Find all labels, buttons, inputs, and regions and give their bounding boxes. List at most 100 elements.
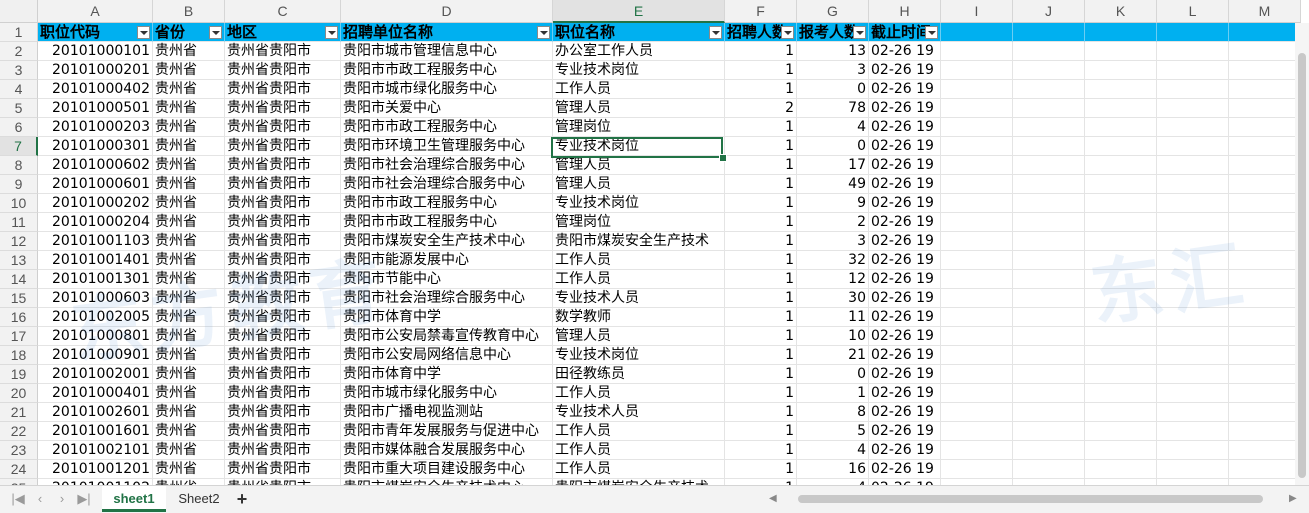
cell-e21[interactable]: 专业技术人员 <box>553 403 725 422</box>
fill-handle[interactable] <box>719 154 727 162</box>
cell-h8[interactable]: 02-26 19 <box>869 156 941 175</box>
cell-e4[interactable]: 工作人员 <box>553 80 725 99</box>
cell[interactable] <box>941 23 1013 42</box>
cell-a4[interactable]: 20101000402 <box>38 80 153 99</box>
cell-g13[interactable]: 32 <box>797 251 869 270</box>
cell[interactable] <box>1229 118 1301 137</box>
cell-d16[interactable]: 贵阳市体育中学 <box>341 308 553 327</box>
last-sheet-icon[interactable]: ▶| <box>76 491 92 507</box>
cell[interactable] <box>1229 403 1301 422</box>
row-header-3[interactable]: 3 <box>0 61 38 80</box>
cell-c9[interactable]: 贵州省贵阳市 <box>225 175 341 194</box>
cell-b16[interactable]: 贵州省 <box>153 308 225 327</box>
cell-g22[interactable]: 5 <box>797 422 869 441</box>
cell[interactable] <box>1157 251 1229 270</box>
cell-c3[interactable]: 贵州省贵阳市 <box>225 61 341 80</box>
cell-c8[interactable]: 贵州省贵阳市 <box>225 156 341 175</box>
cell[interactable] <box>1013 23 1085 42</box>
cell[interactable] <box>1157 460 1229 479</box>
cell[interactable] <box>1157 232 1229 251</box>
filter-dropdown-icon[interactable] <box>209 26 222 39</box>
cell-d18[interactable]: 贵阳市公安局网络信息中心 <box>341 346 553 365</box>
cell-f22[interactable]: 1 <box>725 422 797 441</box>
cell-d19[interactable]: 贵阳市体育中学 <box>341 365 553 384</box>
cell-d21[interactable]: 贵阳市广播电视监测站 <box>341 403 553 422</box>
cell-e15[interactable]: 专业技术人员 <box>553 289 725 308</box>
cell-a15[interactable]: 20101000603 <box>38 289 153 308</box>
cell[interactable] <box>1229 327 1301 346</box>
cell-e22[interactable]: 工作人员 <box>553 422 725 441</box>
cell-b9[interactable]: 贵州省 <box>153 175 225 194</box>
cell-f12[interactable]: 1 <box>725 232 797 251</box>
cell-b13[interactable]: 贵州省 <box>153 251 225 270</box>
cell-c12[interactable]: 贵州省贵阳市 <box>225 232 341 251</box>
cell[interactable] <box>1085 194 1157 213</box>
cell[interactable] <box>1085 175 1157 194</box>
cell[interactable] <box>1157 422 1229 441</box>
cell[interactable] <box>1157 327 1229 346</box>
row-header-8[interactable]: 8 <box>0 156 38 175</box>
cell-b5[interactable]: 贵州省 <box>153 99 225 118</box>
vertical-scroll-thumb[interactable] <box>1298 53 1306 478</box>
cell-h15[interactable]: 02-26 19 <box>869 289 941 308</box>
cell-f9[interactable]: 1 <box>725 175 797 194</box>
cell[interactable] <box>941 460 1013 479</box>
cell-d14[interactable]: 贵阳市节能中心 <box>341 270 553 289</box>
cell[interactable] <box>1013 403 1085 422</box>
cell[interactable] <box>1085 213 1157 232</box>
select-all-corner[interactable] <box>0 0 38 23</box>
cell-a13[interactable]: 20101001401 <box>38 251 153 270</box>
cell-f10[interactable]: 1 <box>725 194 797 213</box>
cell-f2[interactable]: 1 <box>725 42 797 61</box>
cell-b17[interactable]: 贵州省 <box>153 327 225 346</box>
cell[interactable] <box>1157 384 1229 403</box>
cell[interactable] <box>1013 327 1085 346</box>
cell[interactable] <box>1013 99 1085 118</box>
cell-f8[interactable]: 1 <box>725 156 797 175</box>
cell-e11[interactable]: 管理岗位 <box>553 213 725 232</box>
cell[interactable] <box>1013 213 1085 232</box>
cell-a23[interactable]: 20101002101 <box>38 441 153 460</box>
cell-e3[interactable]: 专业技术岗位 <box>553 61 725 80</box>
cell-a5[interactable]: 20101000501 <box>38 99 153 118</box>
cell[interactable] <box>1013 384 1085 403</box>
cell-f13[interactable]: 1 <box>725 251 797 270</box>
header-cell[interactable]: 招聘人数 <box>725 23 797 42</box>
cell[interactable] <box>1157 80 1229 99</box>
row-header-14[interactable]: 14 <box>0 270 38 289</box>
cell[interactable] <box>941 270 1013 289</box>
cell-h20[interactable]: 02-26 19 <box>869 384 941 403</box>
cell[interactable] <box>1085 61 1157 80</box>
cell[interactable] <box>1085 251 1157 270</box>
cell-h7[interactable]: 02-26 19 <box>869 137 941 156</box>
cell-g24[interactable]: 16 <box>797 460 869 479</box>
cell-d23[interactable]: 贵阳市媒体融合发展服务中心 <box>341 441 553 460</box>
cell[interactable] <box>1085 23 1157 42</box>
cell[interactable] <box>941 118 1013 137</box>
cell-c13[interactable]: 贵州省贵阳市 <box>225 251 341 270</box>
row-header-16[interactable]: 16 <box>0 308 38 327</box>
cell[interactable] <box>1085 118 1157 137</box>
cell-b2[interactable]: 贵州省 <box>153 42 225 61</box>
cell-e9[interactable]: 管理人员 <box>553 175 725 194</box>
cell[interactable] <box>1013 194 1085 213</box>
header-cell[interactable]: 职位名称 <box>553 23 725 42</box>
cell-d9[interactable]: 贵阳市社会治理综合服务中心 <box>341 175 553 194</box>
cell-d4[interactable]: 贵阳市城市绿化服务中心 <box>341 80 553 99</box>
cell-b15[interactable]: 贵州省 <box>153 289 225 308</box>
cell-d10[interactable]: 贵阳市市政工程服务中心 <box>341 194 553 213</box>
cell-c21[interactable]: 贵州省贵阳市 <box>225 403 341 422</box>
cell-g19[interactable]: 0 <box>797 365 869 384</box>
cell-e16[interactable]: 数学教师 <box>553 308 725 327</box>
scroll-right-icon[interactable]: ▶ <box>1289 492 1297 506</box>
cell[interactable] <box>941 156 1013 175</box>
row-header-18[interactable]: 18 <box>0 346 38 365</box>
cell[interactable] <box>1085 327 1157 346</box>
column-header-a[interactable]: A <box>38 0 153 23</box>
cell[interactable] <box>1229 194 1301 213</box>
cell[interactable] <box>1157 308 1229 327</box>
column-header-b[interactable]: B <box>153 0 225 23</box>
row-header-21[interactable]: 21 <box>0 403 38 422</box>
filter-dropdown-icon[interactable] <box>925 26 938 39</box>
column-header-d[interactable]: D <box>341 0 553 23</box>
